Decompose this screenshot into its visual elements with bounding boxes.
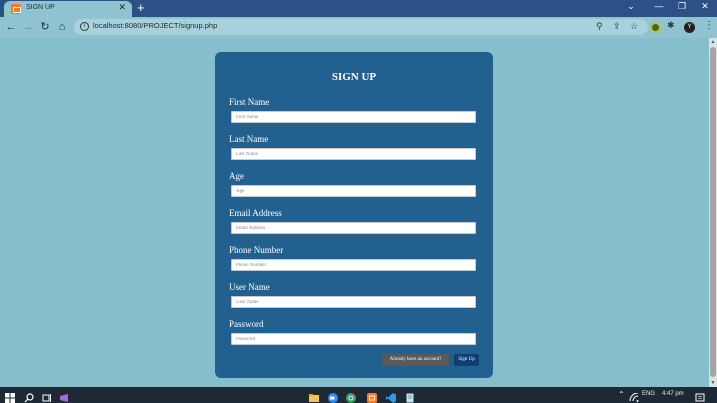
email-address-input[interactable] [231,222,476,234]
bookmark-star-icon[interactable]: ☆ [630,21,638,32]
user-name-label: User Name [229,282,270,292]
share-icon[interactable]: ⇪ [613,21,621,32]
browser-toolbar: ← → ↻ ⌂ i localhost:8080/PROJECT/signup.… [0,17,717,38]
maximize-button[interactable]: ❐ [675,1,689,12]
search-icon[interactable] [24,390,34,403]
password-input[interactable] [231,333,476,345]
notification-icon[interactable] [695,390,705,402]
browser-menu-icon[interactable]: ⋮ [704,20,714,31]
scroll-down-icon[interactable]: ▼ [709,380,717,386]
new-tab-button[interactable]: + [137,0,145,15]
zoom-icon[interactable]: ⚲ [596,21,603,32]
user-name-input[interactable] [231,296,476,308]
address-bar[interactable]: i localhost:8080/PROJECT/signup.php ⚲ ⇪ … [74,19,648,35]
chrome-icon[interactable] [346,390,356,403]
notepad-icon[interactable] [405,390,415,403]
password-label: Password [229,319,264,329]
first-name-label: First Name [229,97,270,107]
close-window-button[interactable]: ✕ [698,1,712,12]
page-favicon-icon [11,4,21,14]
tab-search-icon[interactable]: ⌄ [624,1,638,12]
age-input[interactable] [231,185,476,197]
vscode-icon[interactable] [386,390,396,403]
page-scrollbar[interactable]: ▲ ▼ [709,38,717,387]
home-icon[interactable]: ⌂ [55,20,69,34]
browser-tab-strip: SIGN UP ✕ + ⌄ — ❐ ✕ [0,0,717,17]
show-hidden-icons-icon[interactable]: ⌃ [618,390,625,399]
wifi-icon[interactable] [629,390,639,402]
sign-up-button[interactable]: Sign Up [454,354,479,366]
form-title: SIGN UP [331,71,377,83]
email-address-label: Email Address [229,208,282,218]
back-arrow-icon[interactable]: ← [4,20,18,34]
windows-taskbar: ⌃ ENG 4:47 pm [0,387,717,403]
address-url[interactable]: localhost:8080/PROJECT/signup.php [93,21,217,30]
phone-number-label: Phone Number [229,245,284,255]
extensions-puzzle-icon[interactable]: ✱ [667,20,675,31]
first-name-input[interactable] [231,111,476,123]
task-view-icon[interactable] [42,390,52,402]
zoom-app-icon[interactable] [328,390,338,403]
last-name-input[interactable] [231,148,476,160]
scrollbar-thumb[interactable] [710,47,716,377]
already-have-account-button[interactable]: Already have an account? [382,354,449,366]
browser-tab[interactable]: SIGN UP ✕ [4,1,132,17]
tab-title: SIGN UP [26,4,55,11]
profile-avatar[interactable]: Y [684,22,695,33]
reload-icon[interactable]: ↻ [38,20,52,34]
windows-start-icon[interactable] [5,390,15,403]
signup-form-card: SIGN UP First Name Last Name Age Email A… [215,52,493,378]
close-tab-icon[interactable]: ✕ [118,2,126,13]
file-explorer-icon[interactable] [309,390,319,402]
scroll-up-icon[interactable]: ▲ [709,39,717,45]
language-indicator[interactable]: ENG [642,391,655,397]
xampp-icon[interactable] [367,390,377,403]
phone-number-input[interactable] [231,259,476,271]
visual-studio-icon[interactable] [59,390,69,402]
extension-icon[interactable] [650,22,661,33]
site-info-icon[interactable]: i [80,22,89,31]
page-viewport: SIGN UP First Name Last Name Age Email A… [0,38,709,387]
taskbar-clock[interactable]: 4:47 pm [662,391,684,397]
age-label: Age [229,171,244,181]
last-name-label: Last Name [229,134,269,144]
minimize-button[interactable]: — [652,1,666,11]
forward-arrow-icon[interactable]: → [21,20,35,34]
